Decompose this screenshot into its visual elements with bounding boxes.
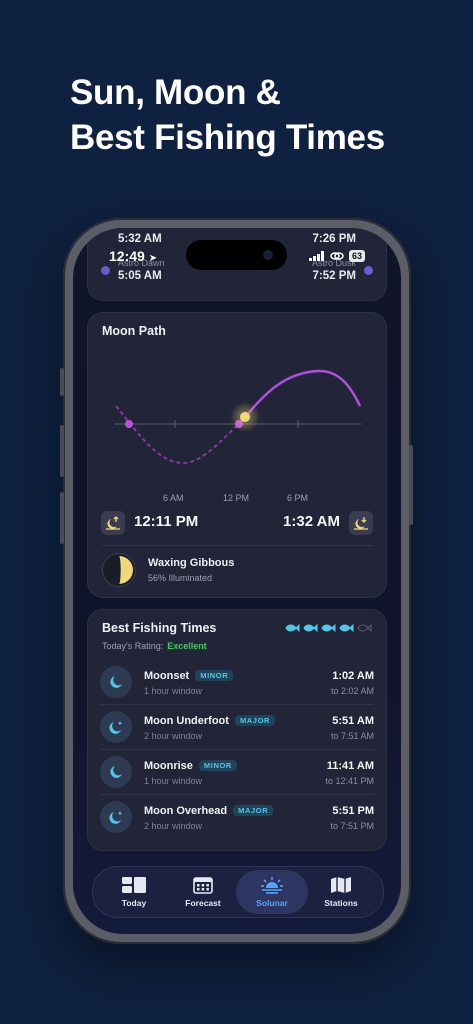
moonset-time: 1:32 AM	[283, 513, 340, 530]
phone-power-button	[409, 445, 413, 525]
moon-path-chart	[114, 369, 362, 464]
major-badge: MAJOR	[234, 715, 276, 726]
fishing-title: Best Fishing Times	[102, 621, 217, 635]
list-item[interactable]: Moon Underfoot MAJOR 2 hour window 5:51 A…	[88, 705, 386, 750]
axis-label-6pm: 6 PM	[287, 493, 309, 503]
dashboard-icon	[122, 877, 146, 893]
tab-solunar[interactable]: Solunar	[236, 870, 308, 914]
moon-phase-name: Waxing Gibbous	[148, 557, 235, 569]
moon-illumination: 56% Illuminated	[148, 573, 213, 583]
camera-icon	[263, 250, 273, 260]
fish-icon-filled	[321, 623, 336, 633]
fishing-event-name: Moon Overhead MAJOR	[144, 805, 274, 817]
tab-stations-label: Stations	[324, 898, 358, 908]
tab-forecast[interactable]: Forecast	[167, 870, 239, 914]
list-item[interactable]: Moonset MINOR 1 hour window 1:02 AM to 2:…	[88, 660, 386, 705]
dynamic-island	[186, 240, 287, 270]
list-item[interactable]: Moonrise MINOR 1 hour window 11:41 AM to …	[88, 750, 386, 795]
fishing-event-end: to 12:41 PM	[325, 776, 374, 786]
tab-today[interactable]: Today	[98, 870, 170, 914]
fishing-event-window: 1 hour window	[144, 686, 203, 696]
major-badge: MAJOR	[233, 805, 274, 816]
fish-icon-empty	[357, 623, 372, 633]
moon-icon	[100, 756, 132, 788]
dusk-marker	[364, 266, 373, 275]
dawn-marker	[101, 266, 110, 275]
moon-star-icon	[100, 801, 132, 833]
fishing-event-name: Moon Underfoot MAJOR	[144, 715, 276, 727]
fishing-event-time: 5:51 PM	[332, 805, 374, 817]
moonset-icon	[349, 511, 373, 535]
minor-badge: MINOR	[198, 760, 237, 771]
moon-star-icon	[100, 711, 132, 743]
fishing-event-name: Moonset MINOR	[144, 670, 234, 682]
rating-value: Excellent	[167, 641, 207, 651]
moon-icon	[100, 666, 132, 698]
todays-rating: Today's Rating: Excellent	[102, 641, 207, 651]
fishing-event-window: 2 hour window	[144, 821, 203, 831]
headline-line-2: Best Fishing Times	[70, 118, 385, 157]
astro-dawn-top-time: 5:32 AM	[118, 233, 162, 245]
moonrise-time: 12:11 PM	[134, 513, 199, 530]
moonrise-icon	[101, 511, 125, 535]
tab-forecast-label: Forecast	[185, 898, 221, 908]
moon-card-divider	[102, 545, 372, 546]
fishing-event-end: to 7:51 AM	[330, 731, 374, 741]
tab-solunar-label: Solunar	[256, 898, 288, 908]
status-time: 12:49 ➤	[109, 248, 158, 264]
fishing-event-end: to 7:51 PM	[330, 821, 374, 831]
status-icons: 63	[308, 250, 365, 262]
marketing-headline: Sun, Moon & Best Fishing Times	[70, 70, 385, 160]
rating-label: Today's Rating:	[102, 641, 164, 651]
sunrise-icon	[261, 877, 283, 894]
tab-stations[interactable]: Stations	[305, 870, 377, 914]
link-icon	[330, 252, 344, 260]
fishing-event-time: 5:51 AM	[332, 715, 374, 727]
fish-icon-filled	[303, 623, 318, 633]
signal-icon	[308, 251, 324, 261]
fish-icon-filled	[339, 623, 354, 633]
tab-bar: Today Forecast Solunar Stations	[92, 866, 384, 918]
moon-phase-icon	[102, 553, 136, 587]
list-item[interactable]: Moon Overhead MAJOR 2 hour window 5:51 PM…	[88, 795, 386, 840]
best-fishing-times-card: Best Fishing Times Today's Rating: Excell…	[87, 609, 387, 851]
app-screen: 5:32 AM Astro Dawn 5:05 AM 7:26 PM Astro…	[73, 228, 401, 934]
phone-volume-down	[60, 492, 64, 544]
axis-label-6am: 6 AM	[163, 493, 184, 503]
fishing-event-window: 1 hour window	[144, 776, 203, 786]
moonset-marker	[125, 420, 133, 428]
astro-dawn-time: 5:05 AM	[118, 270, 162, 282]
fishing-event-window: 2 hour window	[144, 731, 203, 741]
tab-today-label: Today	[121, 898, 147, 908]
phone-side-button	[60, 368, 64, 396]
current-moon-marker	[240, 412, 250, 422]
fishing-event-name: Moonrise MINOR	[144, 760, 237, 772]
astro-dusk-time: 7:52 PM	[312, 270, 356, 282]
fishing-event-end: to 2:02 AM	[330, 686, 374, 696]
calendar-icon	[193, 877, 213, 894]
moon-path-below	[115, 405, 240, 464]
minor-badge: MINOR	[195, 670, 234, 681]
phone-volume-up	[60, 425, 64, 477]
fishing-event-time: 11:41 AM	[326, 760, 374, 772]
axis-label-12pm: 12 PM	[223, 493, 250, 503]
map-icon	[331, 877, 351, 893]
battery-icon: 63	[348, 250, 365, 262]
astro-dusk-top-time: 7:26 PM	[312, 233, 356, 245]
rating-fish-icons	[285, 623, 372, 633]
location-arrow-icon: ➤	[148, 253, 158, 264]
fish-icon-filled	[285, 623, 300, 633]
fishing-event-time: 1:02 AM	[332, 670, 374, 682]
headline-line-1: Sun, Moon &	[70, 73, 281, 112]
moon-path-card: Moon Path 6 AM 12 PM 6 PM 12:11 PM 1:32 …	[87, 312, 387, 598]
